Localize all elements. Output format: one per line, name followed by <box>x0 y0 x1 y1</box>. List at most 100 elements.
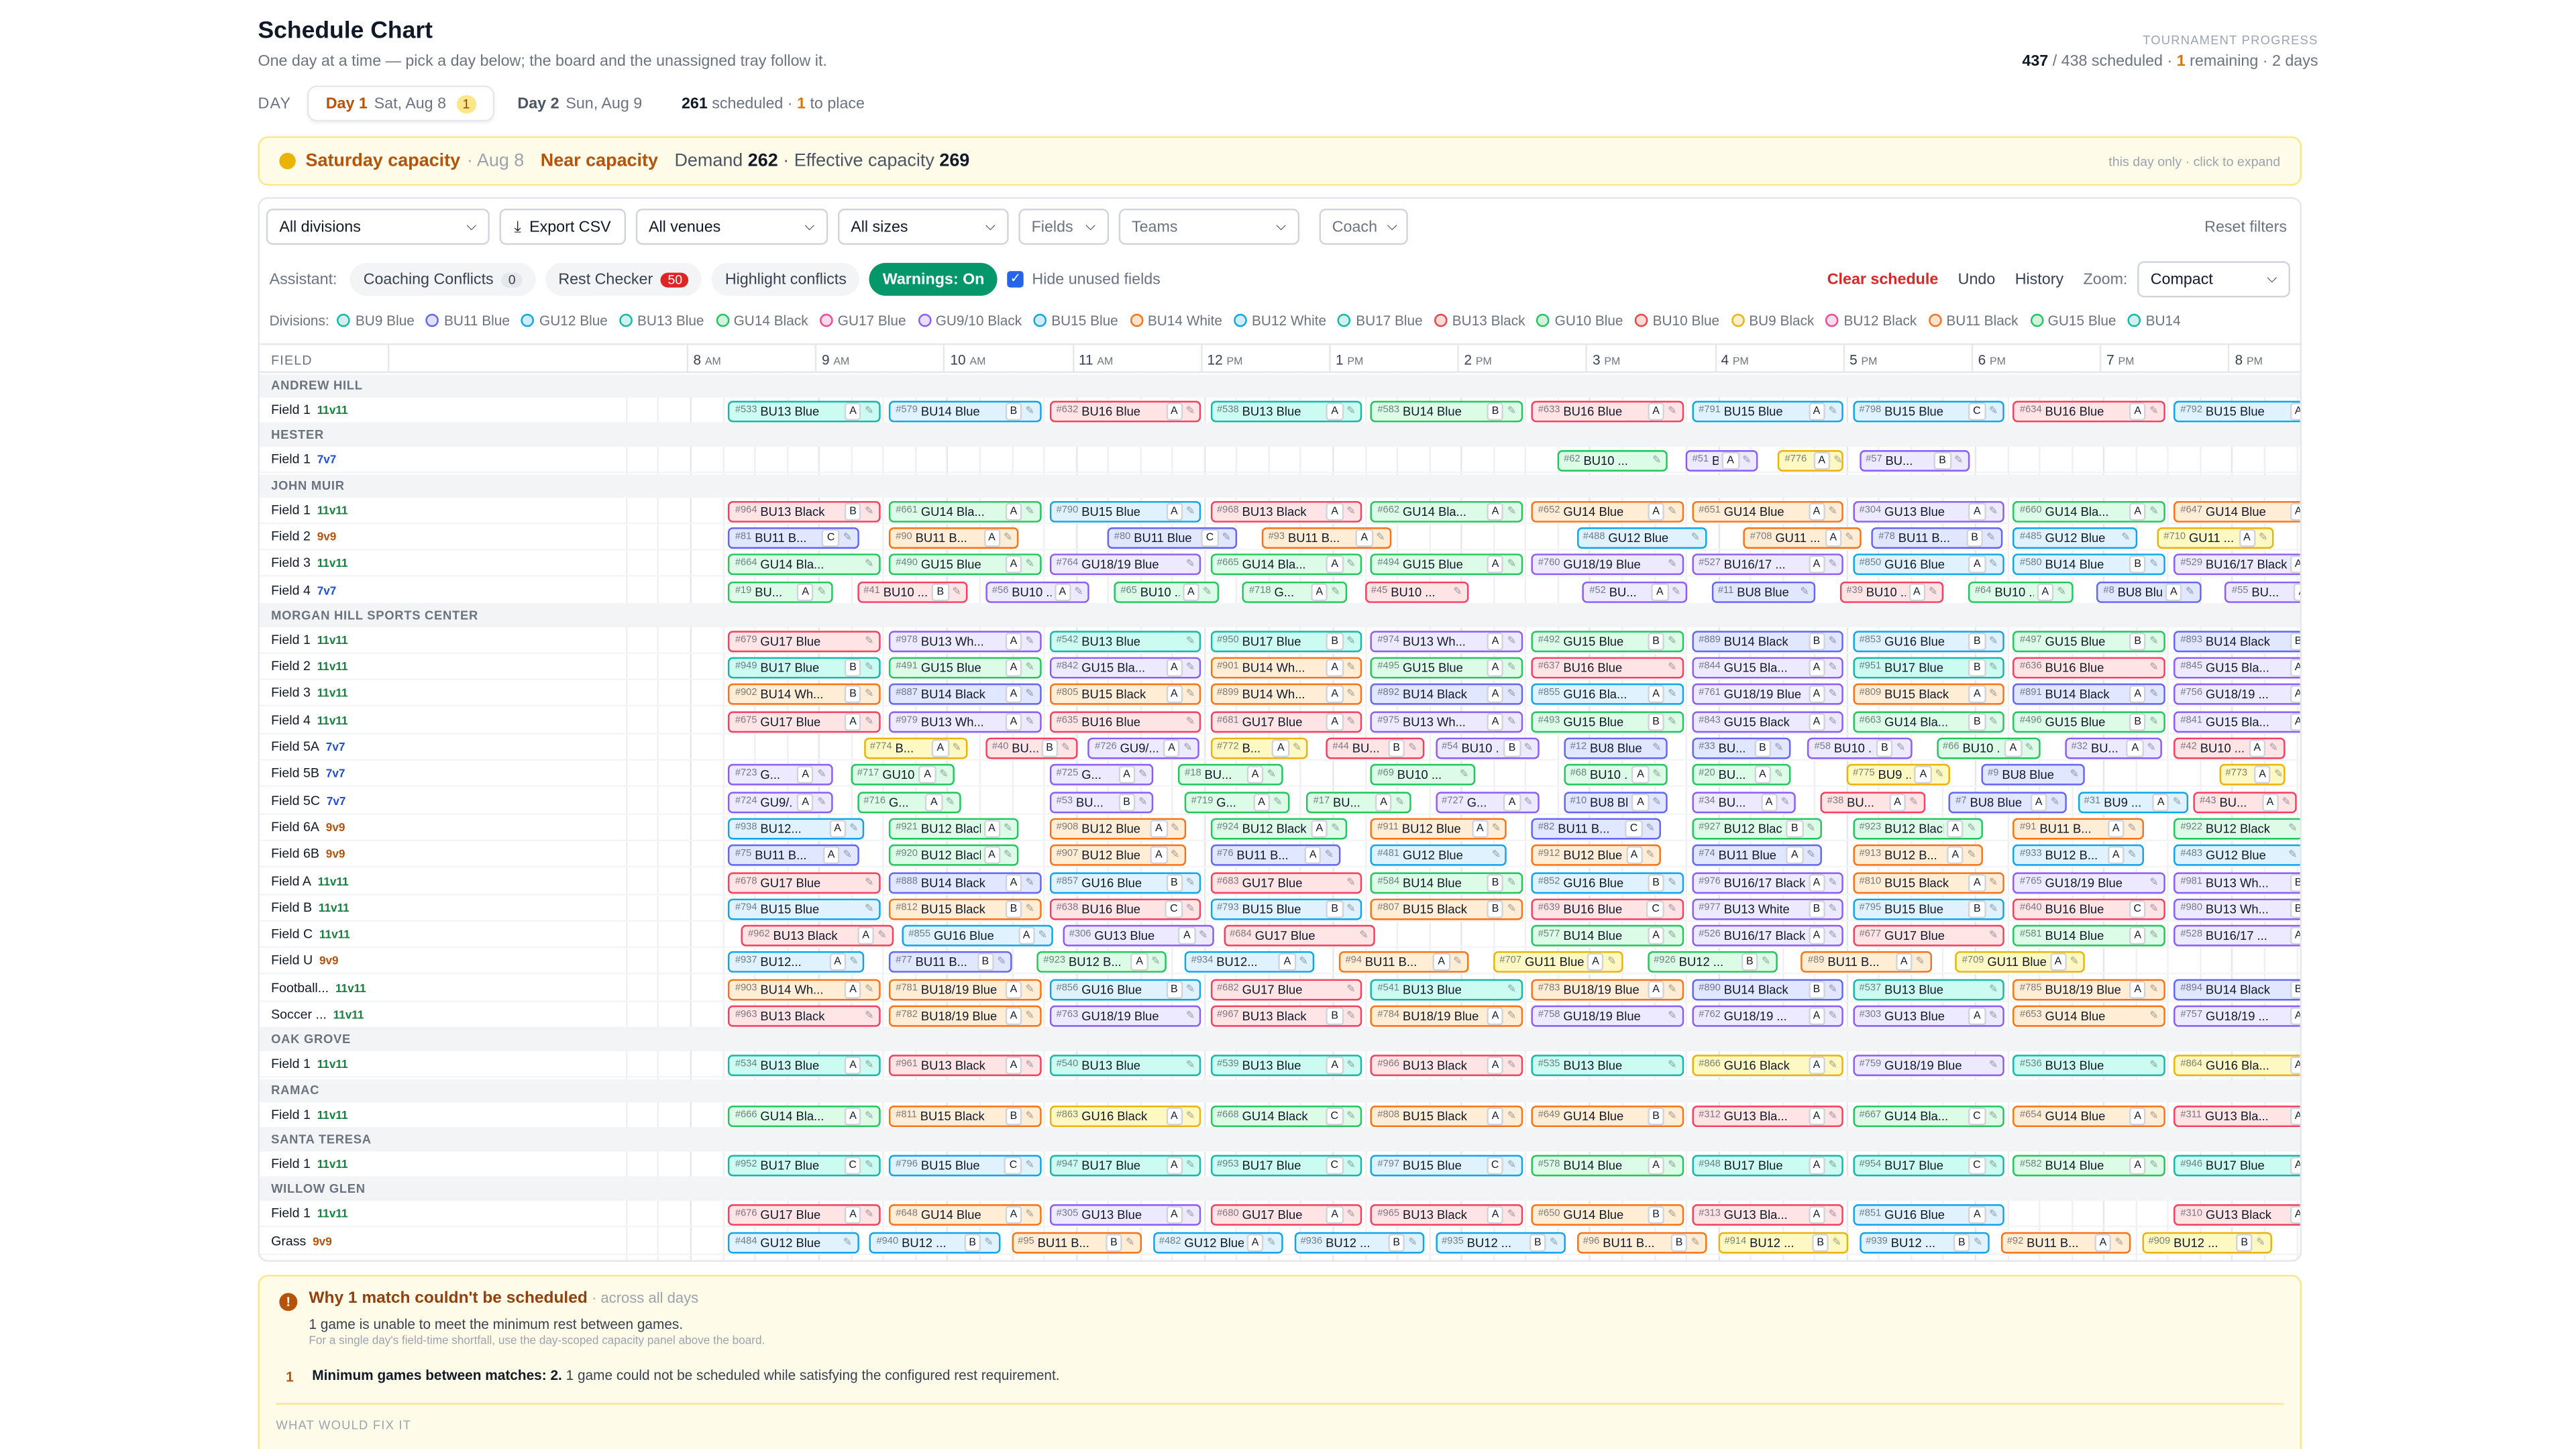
match-card[interactable]: #724GU9/...A✎ <box>729 791 833 813</box>
division-legend-item[interactable]: BU12 Black <box>1825 312 1917 329</box>
match-card[interactable]: #649 GU14 Blue B ✎ <box>1531 1105 1684 1127</box>
match-card[interactable]: #946BU17 BlueA✎ <box>2174 1155 2300 1177</box>
match-card[interactable]: #633 BU16 Blue A ✎ <box>1531 400 1684 423</box>
match-card[interactable]: #19 BU... A ✎ <box>729 580 833 602</box>
hide-unused-fields-checkbox[interactable]: ✓ Hide unused fields <box>1007 270 1161 288</box>
match-card[interactable]: #980BU13 Wh...B✎ <box>2174 898 2300 920</box>
match-card[interactable]: #709 GU11 Blue A ✎ <box>1955 951 2086 973</box>
field-name[interactable]: Field 3 11v11 <box>271 555 347 570</box>
match-card[interactable]: #855 GU16 Bla... A ✎ <box>1531 684 1684 706</box>
match-card[interactable]: #662 GU14 Bla... A ✎ <box>1371 500 1523 522</box>
match-card[interactable]: #537 BU13 Blue ✎ <box>1852 978 2005 1000</box>
match-card[interactable]: #784 BU18/19 Blue A ✎ <box>1371 1005 1523 1027</box>
match-card[interactable]: #783 BU18/19 Blue A ✎ <box>1531 978 1684 1000</box>
match-card[interactable]: #38 BU... A ✎ <box>1820 791 1925 813</box>
match-card[interactable]: #781 BU18/19 Blue A ✎ <box>889 978 1041 1000</box>
match-card[interactable]: #719 G... A ✎ <box>1184 791 1289 813</box>
match-card[interactable]: #91 BU11 B... A ✎ <box>2013 818 2143 840</box>
day-tab-2[interactable]: Day 2 Sun, Aug 9 <box>501 85 659 121</box>
match-card[interactable]: #41 BU10 ... B ✎ <box>857 580 968 602</box>
match-card[interactable]: #812 BU15 Black B ✎ <box>889 898 1041 920</box>
match-card[interactable]: #578 BU14 Blue A ✎ <box>1531 1155 1684 1177</box>
match-card[interactable]: #953 BU17 Blue C ✎ <box>1210 1155 1362 1177</box>
field-name[interactable]: Field 1 11v11 <box>271 1206 347 1221</box>
history-button[interactable]: History <box>2015 270 2063 288</box>
match-card[interactable]: #922 BU12 Black ✎ <box>2174 818 2300 840</box>
match-card[interactable]: #763 GU18/19 Blue ✎ <box>1049 1005 1202 1027</box>
match-card[interactable]: #810 BU15 Black A ✎ <box>1852 871 2005 894</box>
match-card[interactable]: #635 BU16 Blue ✎ <box>1049 710 1202 733</box>
match-card[interactable]: #757GU18/19 ...A✎ <box>2174 1005 2300 1027</box>
field-name[interactable]: Field 4 7v7 <box>271 582 336 597</box>
field-name[interactable]: Field 1 11v11 <box>271 402 347 417</box>
match-card[interactable]: #937 BU12... A ✎ <box>729 951 865 973</box>
match-card[interactable]: #89 BU11 B... A ✎ <box>1801 951 1931 973</box>
match-card[interactable]: #485 GU12 Blue ✎ <box>2013 527 2137 549</box>
match-card[interactable]: #911 BU12 Blue A ✎ <box>1371 818 1507 840</box>
match-card[interactable]: #528BU16/17 ...A✎ <box>2174 925 2300 947</box>
match-card[interactable]: #726 GU9/... A ✎ <box>1088 737 1199 759</box>
match-card[interactable]: #683 GU17 Blue ✎ <box>1210 871 1362 894</box>
field-name[interactable]: Field 1 11v11 <box>271 1057 347 1071</box>
match-card[interactable]: #968 BU13 Black A ✎ <box>1210 500 1362 522</box>
field-name[interactable]: Field 6B 9v9 <box>271 847 345 861</box>
match-card[interactable]: #909 BU12 ... B ✎ <box>2141 1231 2272 1253</box>
match-card[interactable]: #807 BU15 Black B ✎ <box>1371 898 1523 920</box>
match-card[interactable]: #793 BU15 Blue B ✎ <box>1210 898 1362 920</box>
match-card[interactable]: #90 BU11 B... A ✎ <box>889 527 1020 549</box>
field-name[interactable]: Field 1 7v7 <box>271 452 336 467</box>
match-card[interactable]: #962 BU13 Black A ✎ <box>741 925 894 947</box>
match-card[interactable]: #676 GU17 Blue A ✎ <box>729 1204 881 1226</box>
match-card[interactable]: #665 GU14 Bla... A ✎ <box>1210 553 1362 576</box>
match-card[interactable]: #56BU10 ...A✎ <box>985 580 1090 602</box>
division-legend-item[interactable]: BU11 Blue <box>426 312 510 329</box>
match-card[interactable]: #32 BU... A ✎ <box>2064 737 2163 759</box>
match-card[interactable]: #55BU...A✎ <box>2225 580 2300 602</box>
match-card[interactable]: #765 GU18/19 Blue ✎ <box>2013 871 2165 894</box>
match-card[interactable]: #907 BU12 Blue A ✎ <box>1049 845 1187 867</box>
match-card[interactable]: #492 GU15 Blue B ✎ <box>1531 630 1684 652</box>
match-card[interactable]: #311GU13 Bla...A✎ <box>2174 1105 2300 1127</box>
division-legend-item[interactable]: GU9/10 Black <box>917 312 1022 329</box>
match-card[interactable]: #74 BU11 Blue A ✎ <box>1692 845 1823 867</box>
match-card[interactable]: #579 BU14 Blue B ✎ <box>889 400 1041 423</box>
match-card[interactable]: #42 BU10 ... A ✎ <box>2174 737 2285 759</box>
division-legend-item[interactable]: BU15 Blue <box>1033 312 1118 329</box>
match-card[interactable]: #908 BU12 Blue A ✎ <box>1049 818 1187 840</box>
match-card[interactable]: #310GU13 BlackA✎ <box>2174 1204 2300 1226</box>
match-card[interactable]: #716 G... A ✎ <box>857 791 961 813</box>
match-card[interactable]: #792BU15 BlueA✎ <box>2174 400 2300 423</box>
match-card[interactable]: #856 GU16 Blue B ✎ <box>1049 978 1202 1000</box>
undo-button[interactable]: Undo <box>1958 270 1996 288</box>
match-card[interactable]: #938 BU12... A ✎ <box>729 818 865 840</box>
match-card[interactable]: #92 BU11 B... A ✎ <box>2000 1231 2131 1253</box>
match-card[interactable]: #33 BU... B ✎ <box>1692 737 1790 759</box>
division-legend-item[interactable]: GU17 Blue <box>819 312 906 329</box>
match-card[interactable]: #727 G... A ✎ <box>1435 791 1540 813</box>
match-card[interactable]: #77 BU11 B... B ✎ <box>889 951 1013 973</box>
field-name[interactable]: Field 2 9v9 <box>271 529 336 543</box>
match-card[interactable]: #312 GU13 Bla... A ✎ <box>1692 1105 1844 1127</box>
match-card[interactable]: #776B...A✎ <box>1778 450 1844 472</box>
match-card[interactable]: #540 BU13 Blue ✎ <box>1049 1055 1202 1077</box>
match-card[interactable]: #805 BU15 Black A ✎ <box>1049 684 1202 706</box>
field-name[interactable]: Field U 9v9 <box>271 953 338 968</box>
match-card[interactable]: #303 GU13 Blue A ✎ <box>1852 1005 2005 1027</box>
match-card[interactable]: #539 BU13 Blue A ✎ <box>1210 1055 1362 1077</box>
division-legend-item[interactable]: BU14 <box>2127 312 2181 329</box>
match-card[interactable]: #8BU8 BlueA✎ <box>2096 580 2202 602</box>
match-card[interactable]: #791 BU15 Blue A ✎ <box>1692 400 1844 423</box>
match-card[interactable]: #947 BU17 Blue A ✎ <box>1049 1155 1202 1177</box>
match-card[interactable]: #762 GU18/19 ... A ✎ <box>1692 1005 1844 1027</box>
match-card[interactable]: #652 GU14 Blue A ✎ <box>1531 500 1684 522</box>
field-name[interactable]: Field 1 11v11 <box>271 1107 347 1122</box>
match-card[interactable]: #305 GU13 Blue A ✎ <box>1049 1204 1202 1226</box>
match-card[interactable]: #978 BU13 Wh... A ✎ <box>889 630 1041 652</box>
match-card[interactable]: #708 GU11 ... A ✎ <box>1743 527 1861 549</box>
match-card[interactable]: #913 BU12 B... A ✎ <box>1852 845 1983 867</box>
division-legend-item[interactable]: BU13 Black <box>1434 312 1525 329</box>
match-card[interactable]: #31 BU9 ... A ✎ <box>2077 791 2188 813</box>
match-card[interactable]: #680 GU17 Blue A ✎ <box>1210 1204 1362 1226</box>
match-card[interactable]: #491 GU15 Blue A ✎ <box>889 657 1041 679</box>
field-name[interactable]: Football... 11v11 <box>271 980 366 995</box>
